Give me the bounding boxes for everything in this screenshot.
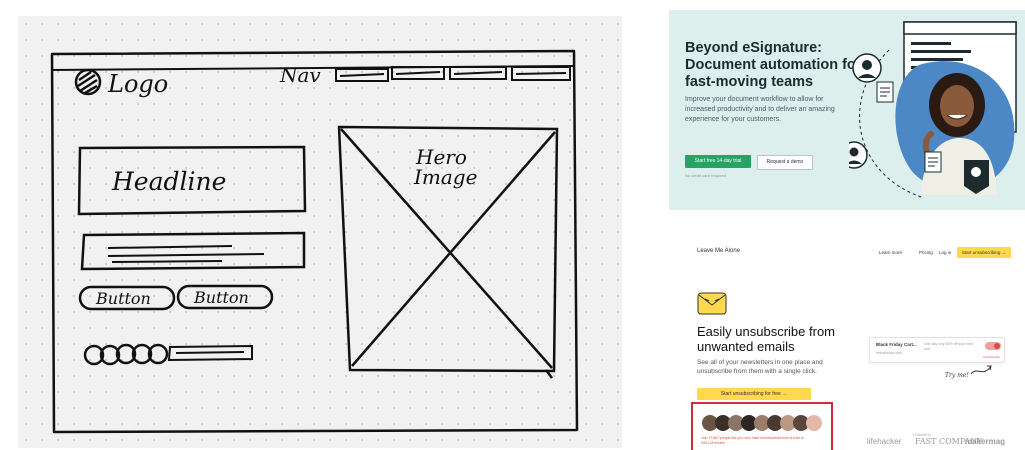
no-card-note: No credit card required — [685, 173, 726, 178]
start-trial-button[interactable]: Start free 14-day trial — [685, 155, 751, 168]
esign-hero-illustration — [849, 21, 1017, 199]
signer-avatar-icon — [849, 141, 868, 169]
hero-text-line2: Image — [413, 165, 477, 189]
card-sender: hello@shop.com — [876, 351, 903, 355]
start-unsubscribing-free-button[interactable]: Start unsubscribing for free → — [697, 388, 811, 400]
nav-pricing[interactable]: Pricing — [919, 250, 933, 255]
try-me-label: Try me! — [945, 372, 969, 379]
headline-text: Headline — [111, 167, 226, 196]
social-proof-text: Join 17,867 people like you who have uns… — [701, 436, 804, 445]
unsubscribe-tag: Unsubscribe — [983, 355, 1000, 359]
esign-headline: Beyond eSignature: Document automation f… — [685, 40, 862, 90]
reviewer-avatar-icon — [852, 53, 882, 83]
curved-arrow-icon — [970, 365, 992, 375]
leave-me-alone-landing: Leave Me Alone Learn more Pricing Log in… — [669, 238, 1025, 450]
request-demo-button[interactable]: Request a demo — [757, 155, 813, 170]
nav-start-unsubscribing-button[interactable]: Start unsubscribing → — [957, 247, 1011, 258]
social-proof-box: Join 17,867 people like you who have uns… — [691, 402, 833, 450]
esign-body: Improve your document workflow to allow … — [685, 96, 835, 123]
unsubscribe-toggle[interactable] — [985, 342, 1001, 350]
sketch-button-2-label: Button — [193, 288, 249, 307]
press-logo-makermag: makermag — [965, 437, 1006, 446]
wireframe-sketch: Logo Nav Headline Button Button Hero Ima… — [18, 16, 622, 448]
nav-login[interactable]: Log in — [939, 250, 951, 255]
esignature-landing: Beyond eSignature: Document automation f… — [669, 10, 1025, 210]
card-description: One day only 30% off your next cart — [924, 342, 973, 351]
sketch-canvas: Logo Nav Headline Button Button Hero Ima… — [18, 16, 622, 448]
lma-brand[interactable]: Leave Me Alone — [697, 248, 740, 254]
sketch-button-1-label: Button — [95, 289, 151, 308]
user-avatars-row — [702, 415, 822, 431]
nav-learn-more[interactable]: Learn more — [879, 250, 902, 255]
press-logo-lifehacker: lifehacker — [867, 437, 902, 446]
angry-envelope-icon — [697, 292, 727, 315]
logo-text: Logo — [107, 70, 168, 98]
newsletter-card: Black Friday Cart... hello@shop.com One … — [869, 337, 1005, 363]
lma-headline: Easily unsubscribe from unwanted emails — [697, 324, 835, 354]
nav-text: Nav — [279, 63, 321, 87]
card-title: Black Friday Cart... — [876, 342, 917, 347]
lma-subtext: See all of your newsletters in one place… — [697, 359, 823, 375]
